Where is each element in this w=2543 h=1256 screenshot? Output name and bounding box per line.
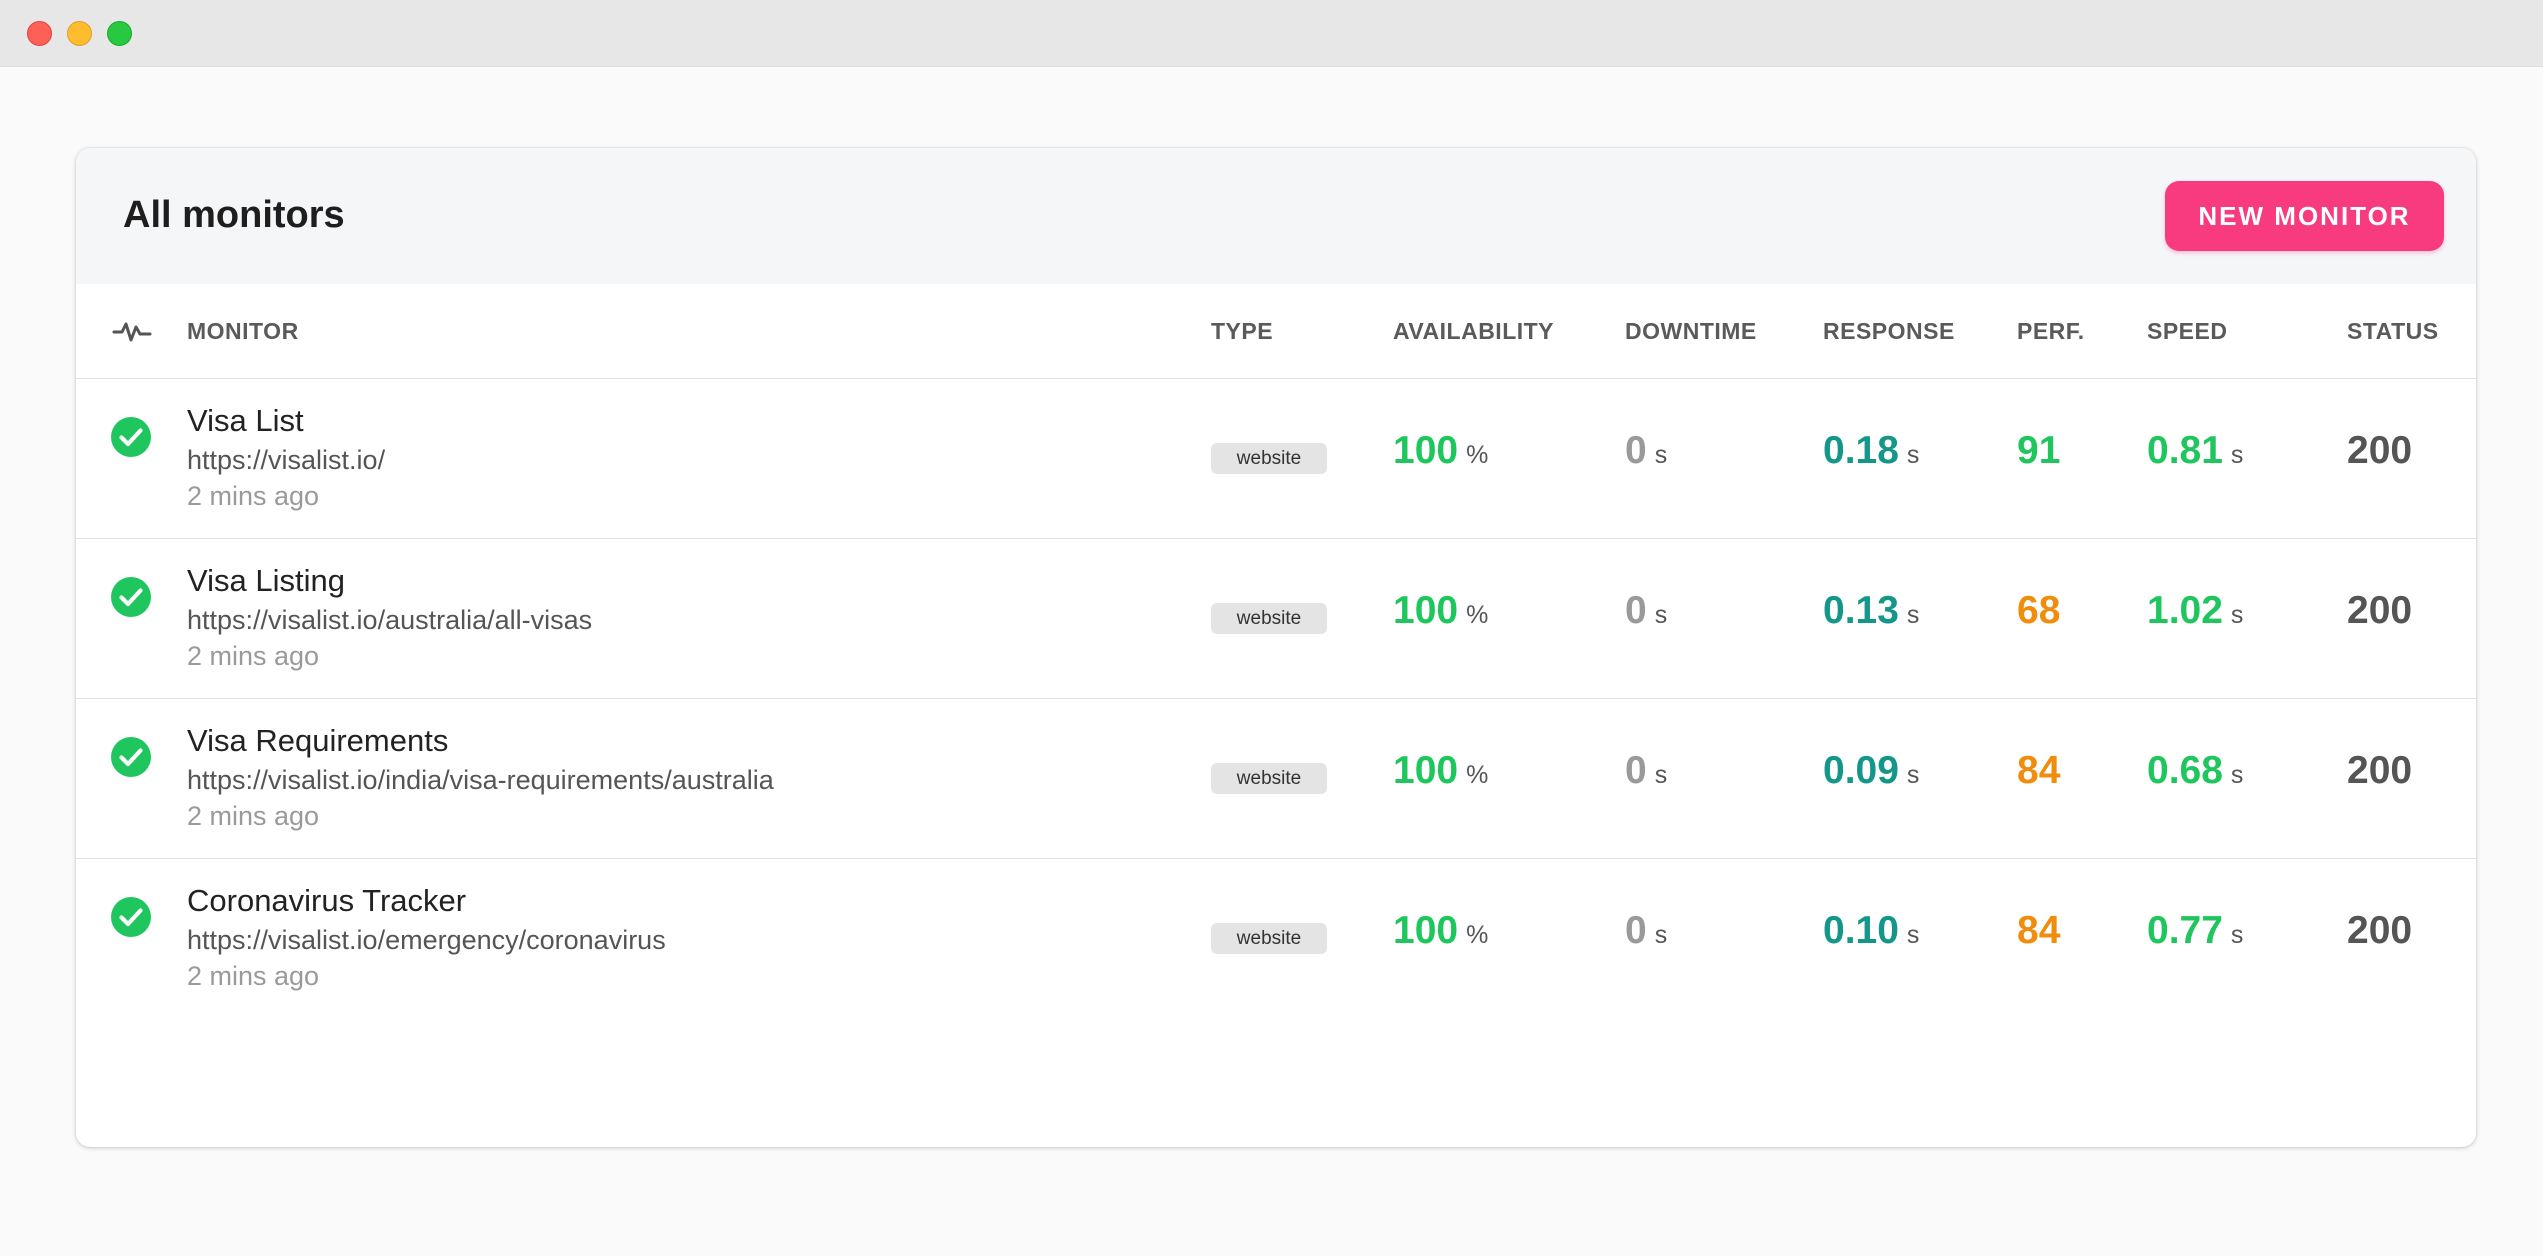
monitor-name[interactable]: Visa Requirements bbox=[187, 723, 448, 759]
downtime-value: 0s bbox=[1625, 909, 1668, 952]
column-header-availability[interactable]: AVAILABILITY bbox=[1393, 284, 1554, 378]
column-header-downtime[interactable]: DOWNTIME bbox=[1625, 284, 1757, 378]
monitor-name[interactable]: Visa Listing bbox=[187, 563, 345, 599]
monitor-name[interactable]: Visa List bbox=[187, 403, 304, 439]
check-circle-icon bbox=[111, 737, 151, 777]
type-badge: website bbox=[1211, 763, 1327, 794]
response-value: 0.09 s bbox=[1823, 749, 1920, 792]
type-badge: website bbox=[1211, 443, 1327, 474]
check-circle-icon bbox=[111, 577, 151, 617]
availability-value: 100% bbox=[1393, 589, 1489, 632]
column-header-status[interactable]: STATUS bbox=[2347, 284, 2439, 378]
perf-value: 68 bbox=[2017, 589, 2061, 632]
table-header: MONITOR TYPE AVAILABILITY DOWNTIME RESPO… bbox=[76, 284, 2476, 379]
monitor-url[interactable]: https://visalist.io/ bbox=[187, 445, 385, 476]
speed-value: 0.81 s bbox=[2147, 429, 2244, 472]
monitor-name[interactable]: Coronavirus Tracker bbox=[187, 883, 466, 919]
column-header-type[interactable]: TYPE bbox=[1211, 284, 1273, 378]
speed-value: 0.77 s bbox=[2147, 909, 2244, 952]
last-checked: 2 mins ago bbox=[187, 961, 320, 991]
speed-value: 0.68 s bbox=[2147, 749, 2244, 792]
perf-value: 84 bbox=[2017, 749, 2061, 792]
status-code: 200 bbox=[2347, 909, 2413, 952]
status-code: 200 bbox=[2347, 749, 2413, 792]
downtime-value: 0s bbox=[1625, 749, 1668, 792]
last-checked: 2 mins ago bbox=[187, 481, 320, 511]
type-badge: website bbox=[1211, 603, 1327, 634]
last-checked: 2 mins ago bbox=[187, 641, 320, 671]
monitors-card: All monitors NEW MONITOR MONITOR TYPE AV… bbox=[76, 148, 2476, 1147]
table-row[interactable]: Visa List https://visalist.io/ 2 mins ag… bbox=[76, 379, 2476, 539]
column-header-perf[interactable]: PERF. bbox=[2017, 284, 2085, 378]
window-titlebar bbox=[0, 0, 2543, 67]
table-row[interactable]: Coronavirus Tracker https://visalist.io/… bbox=[76, 859, 2476, 1018]
minimize-window-button[interactable] bbox=[67, 21, 92, 46]
status-code: 200 bbox=[2347, 429, 2413, 472]
column-header-monitor[interactable]: MONITOR bbox=[187, 284, 299, 378]
availability-value: 100% bbox=[1393, 749, 1489, 792]
type-badge: website bbox=[1211, 923, 1327, 954]
downtime-value: 0s bbox=[1625, 589, 1668, 632]
close-window-button[interactable] bbox=[27, 21, 52, 46]
new-monitor-button[interactable]: NEW MONITOR bbox=[2165, 181, 2444, 251]
column-header-response[interactable]: RESPONSE bbox=[1823, 284, 1955, 378]
column-header-speed[interactable]: SPEED bbox=[2147, 284, 2227, 378]
table-row[interactable]: Visa Requirements https://visalist.io/in… bbox=[76, 699, 2476, 859]
monitor-url[interactable]: https://visalist.io/emergency/coronaviru… bbox=[187, 925, 666, 956]
status-code: 200 bbox=[2347, 589, 2413, 632]
maximize-window-button[interactable] bbox=[107, 21, 132, 46]
response-value: 0.10 s bbox=[1823, 909, 1920, 952]
monitor-url[interactable]: https://visalist.io/australia/all-visas bbox=[187, 605, 592, 636]
speed-value: 1.02 s bbox=[2147, 589, 2244, 632]
page-title: All monitors bbox=[123, 194, 345, 236]
check-circle-icon bbox=[111, 897, 151, 937]
monitor-url[interactable]: https://visalist.io/india/visa-requireme… bbox=[187, 765, 774, 796]
pulse-icon bbox=[112, 322, 152, 342]
perf-value: 84 bbox=[2017, 909, 2061, 952]
response-value: 0.13 s bbox=[1823, 589, 1920, 632]
card-header: All monitors NEW MONITOR bbox=[76, 148, 2476, 284]
availability-value: 100% bbox=[1393, 429, 1489, 472]
availability-value: 100% bbox=[1393, 909, 1489, 952]
downtime-value: 0s bbox=[1625, 429, 1668, 472]
response-value: 0.18 s bbox=[1823, 429, 1920, 472]
last-checked: 2 mins ago bbox=[187, 801, 320, 831]
check-circle-icon bbox=[111, 417, 151, 457]
perf-value: 91 bbox=[2017, 429, 2061, 472]
table-row[interactable]: Visa Listing https://visalist.io/austral… bbox=[76, 539, 2476, 699]
